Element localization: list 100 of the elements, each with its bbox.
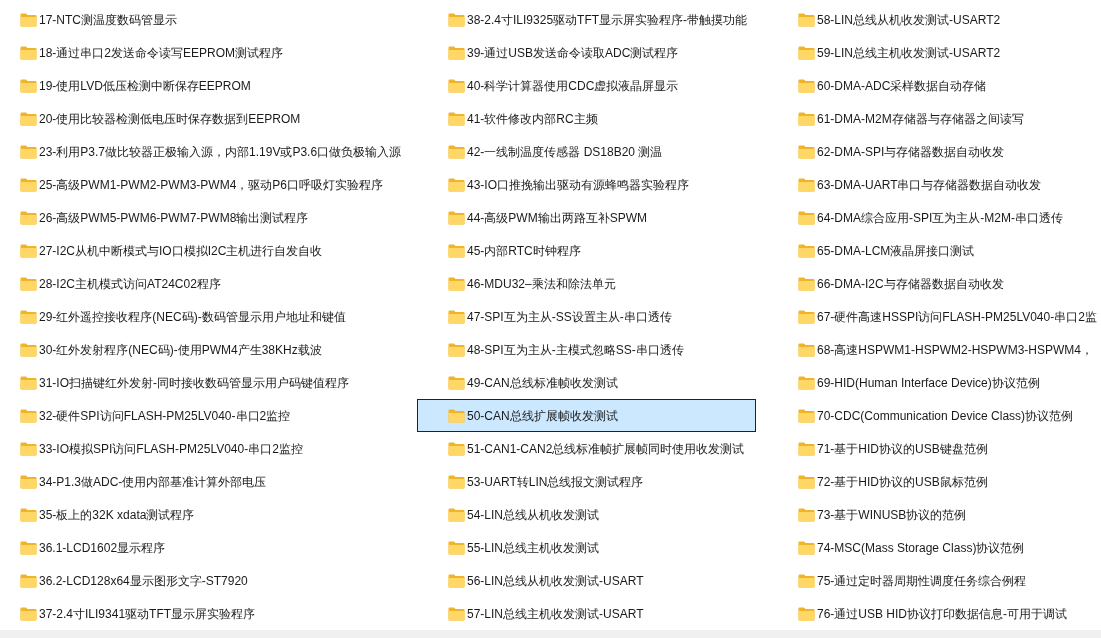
folder-item[interactable]: 74-MSC(Mass Storage Class)协议范例 — [767, 531, 1101, 564]
folder-icon — [20, 78, 37, 93]
folder-icon — [448, 45, 465, 60]
folder-item[interactable]: 42-一线制温度传感器 DS18B20 测温 — [417, 135, 756, 168]
folder-item[interactable]: 66-DMA-I2C与存储器数据自动收发 — [767, 267, 1101, 300]
folder-icon — [448, 441, 465, 456]
folder-item[interactable]: 48-SPI互为主从-主模式忽略SS-串口透传 — [417, 333, 756, 366]
folder-icon — [20, 408, 37, 423]
folder-item[interactable]: 59-LIN总线主机收发测试-USART2 — [767, 36, 1101, 69]
folder-item[interactable]: 75-通过定时器周期性调度任务综合例程 — [767, 564, 1101, 597]
folder-icon — [798, 573, 815, 588]
folder-item[interactable]: 65-DMA-LCM液晶屏接口测试 — [767, 234, 1101, 267]
folder-item[interactable]: 50-CAN总线扩展帧收发测试 — [417, 399, 756, 432]
folder-icon — [448, 276, 465, 291]
folder-icon — [448, 144, 465, 159]
folder-icon — [798, 441, 815, 456]
folder-item[interactable]: 61-DMA-M2M存储器与存储器之间读写 — [767, 102, 1101, 135]
folder-item[interactable]: 57-LIN总线主机收发测试-USART — [417, 597, 756, 630]
folder-icon — [448, 507, 465, 522]
folder-icon — [20, 342, 37, 357]
folder-icon — [448, 243, 465, 258]
folder-item[interactable]: 45-内部RTC时钟程序 — [417, 234, 756, 267]
folder-icon — [448, 177, 465, 192]
folder-item[interactable]: 35-板上的32K xdata测试程序 — [0, 498, 339, 531]
folder-icon — [20, 474, 37, 489]
folder-item[interactable]: 28-I2C主机模式访问AT24C02程序 — [0, 267, 339, 300]
folder-icon — [798, 243, 815, 258]
folder-icon — [20, 276, 37, 291]
folder-icon — [798, 144, 815, 159]
folder-item[interactable]: 25-高级PWM1-PWM2-PWM3-PWM4，驱动P6口呼吸灯实验程序 — [0, 168, 384, 201]
folder-item[interactable]: 43-IO口推挽输出驱动有源蜂鸣器实验程序 — [417, 168, 756, 201]
folder-item[interactable]: 40-科学计算器使用CDC虚拟液晶屏显示 — [417, 69, 756, 102]
folder-icon — [20, 441, 37, 456]
folder-icon — [448, 375, 465, 390]
folder-item[interactable]: 71-基于HID协议的USB键盘范例 — [767, 432, 1101, 465]
folder-icon — [798, 12, 815, 27]
folder-icon — [20, 177, 37, 192]
folder-item[interactable]: 17-NTC测温度数码管显示 — [0, 3, 339, 36]
folder-item[interactable]: 64-DMA综合应用-SPI互为主从-M2M-串口透传 — [767, 201, 1101, 234]
folder-item[interactable]: 70-CDC(Communication Device Class)协议范例 — [767, 399, 1101, 432]
folder-item[interactable]: 72-基于HID协议的USB鼠标范例 — [767, 465, 1101, 498]
folder-item[interactable]: 73-基于WINUSB协议的范例 — [767, 498, 1101, 531]
folder-item[interactable]: 27-I2C从机中断模式与IO口模拟I2C主机进行自发自收 — [0, 234, 339, 267]
folder-icon — [20, 144, 37, 159]
folder-icon — [20, 573, 37, 588]
folder-item[interactable]: 33-IO模拟SPI访问FLASH-PM25LV040-串口2监控 — [0, 432, 339, 465]
folder-item[interactable]: 36.2-LCD128x64显示图形文字-ST7920 — [0, 564, 339, 597]
folder-item[interactable]: 51-CAN1-CAN2总线标准帧扩展帧同时使用收发测试 — [417, 432, 756, 465]
folder-icon — [798, 408, 815, 423]
folder-item[interactable]: 46-MDU32–乘法和除法单元 — [417, 267, 756, 300]
folder-item[interactable]: 39-通过USB发送命令读取ADC测试程序 — [417, 36, 756, 69]
folder-item[interactable]: 37-2.4寸ILI9341驱动TFT显示屏实验程序 — [0, 597, 339, 630]
folder-icon — [20, 45, 37, 60]
folder-item[interactable]: 36.1-LCD1602显示程序 — [0, 531, 339, 564]
folder-item[interactable]: 18-通过串口2发送命令读写EEPROM测试程序 — [0, 36, 339, 69]
folder-icon — [798, 210, 815, 225]
folder-icon — [798, 276, 815, 291]
folder-icon — [798, 507, 815, 522]
folder-icon — [448, 342, 465, 357]
folder-item[interactable]: 32-硬件SPI访问FLASH-PM25LV040-串口2监控 — [0, 399, 339, 432]
folder-icon — [20, 606, 37, 621]
folder-item[interactable]: 69-HID(Human Interface Device)协议范例 — [767, 366, 1101, 399]
folder-item[interactable]: 68-高速HSPWM1-HSPWM2-HSPWM3-HSPWM4， — [767, 333, 1101, 366]
folder-icon — [448, 78, 465, 93]
folder-item[interactable]: 31-IO扫描键红外发射-同时接收数码管显示用户码键值程序 — [0, 366, 350, 399]
folder-item[interactable]: 54-LIN总线从机收发测试 — [417, 498, 756, 531]
folder-item[interactable]: 67-硬件高速HSSPI访问FLASH-PM25LV040-串口2监 — [767, 300, 1101, 333]
folder-icon — [798, 342, 815, 357]
folder-item[interactable]: 62-DMA-SPI与存储器数据自动收发 — [767, 135, 1101, 168]
folder-item[interactable]: 55-LIN总线主机收发测试 — [417, 531, 756, 564]
folder-item[interactable]: 47-SPI互为主从-SS设置主从-串口透传 — [417, 300, 756, 333]
folder-icon — [20, 540, 37, 555]
folder-item[interactable]: 49-CAN总线标准帧收发测试 — [417, 366, 756, 399]
folder-item[interactable]: 30-红外发射程序(NEC码)-使用PWM4产生38KHz载波 — [0, 333, 339, 366]
folder-item[interactable]: 63-DMA-UART串口与存储器数据自动收发 — [767, 168, 1101, 201]
folder-icon — [20, 507, 37, 522]
folder-icon — [798, 540, 815, 555]
folder-icon — [448, 210, 465, 225]
folder-icon — [448, 12, 465, 27]
folder-item[interactable]: 23-利用P3.7做比较器正极输入源，内部1.19V或P3.6口做负极输入源 — [0, 135, 403, 168]
folder-item[interactable]: 76-通过USB HID协议打印数据信息-可用于调试 — [767, 597, 1101, 630]
folder-item[interactable]: 26-高级PWM5-PWM6-PWM7-PWM8输出测试程序 — [0, 201, 339, 234]
folder-item[interactable]: 29-红外遥控接收程序(NEC码)-数码管显示用户地址和键值 — [0, 300, 347, 333]
folder-item[interactable]: 58-LIN总线从机收发测试-USART2 — [767, 3, 1101, 36]
folder-item[interactable]: 56-LIN总线从机收发测试-USART — [417, 564, 756, 597]
folder-item[interactable]: 60-DMA-ADC采样数据自动存储 — [767, 69, 1101, 102]
folder-icon — [20, 210, 37, 225]
folder-icon — [448, 606, 465, 621]
folder-icon — [448, 408, 465, 423]
folder-item[interactable]: 53-UART转LIN总线报文测试程序 — [417, 465, 756, 498]
folder-item[interactable]: 20-使用比较器检测低电压时保存数据到EEPROM — [0, 102, 339, 135]
folder-item[interactable]: 38-2.4寸ILI9325驱动TFT显示屏实验程序-带触摸功能 — [417, 3, 756, 36]
folder-icon — [448, 309, 465, 324]
folder-item[interactable]: 19-使用LVD低压检测中断保存EEPROM — [0, 69, 339, 102]
folder-icon — [448, 573, 465, 588]
folder-icon — [448, 474, 465, 489]
folder-item[interactable]: 44-高级PWM输出两路互补SPWM — [417, 201, 756, 234]
folder-icon — [20, 243, 37, 258]
folder-item[interactable]: 41-软件修改内部RC主频 — [417, 102, 756, 135]
folder-item[interactable]: 34-P1.3做ADC-使用内部基准计算外部电压 — [0, 465, 339, 498]
